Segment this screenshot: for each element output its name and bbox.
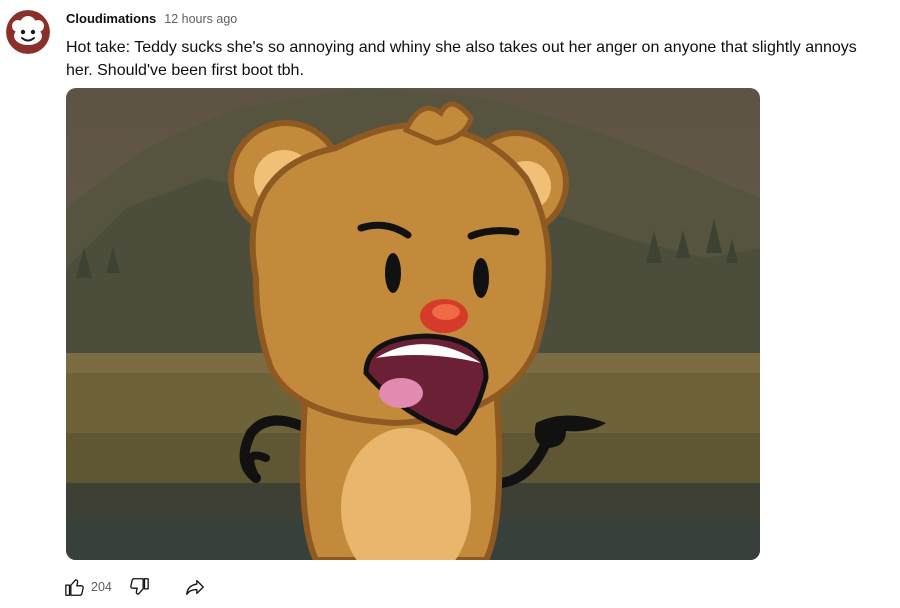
bear-illustration <box>66 88 760 560</box>
share-button[interactable] <box>182 574 208 600</box>
thumbs-up-icon <box>65 579 84 596</box>
like-count: 204 <box>91 580 112 594</box>
comment-timestamp[interactable]: 12 hours ago <box>164 12 237 26</box>
dislike-button[interactable] <box>126 574 152 600</box>
avatar[interactable] <box>6 10 50 54</box>
avatar-image <box>6 10 50 54</box>
comment-actions: 204 <box>62 574 208 600</box>
comment: Cloudimations 12 hours ago Hot take: Ted… <box>0 0 900 608</box>
like-button[interactable] <box>62 574 88 600</box>
attached-image[interactable] <box>66 88 760 560</box>
thumbs-down-icon <box>130 578 149 595</box>
comment-header: Cloudimations 12 hours ago <box>66 11 237 29</box>
author-name[interactable]: Cloudimations <box>66 11 156 26</box>
comment-text: Hot take: Teddy sucks she's so annoying … <box>66 39 857 79</box>
share-arrow-icon <box>185 579 204 595</box>
